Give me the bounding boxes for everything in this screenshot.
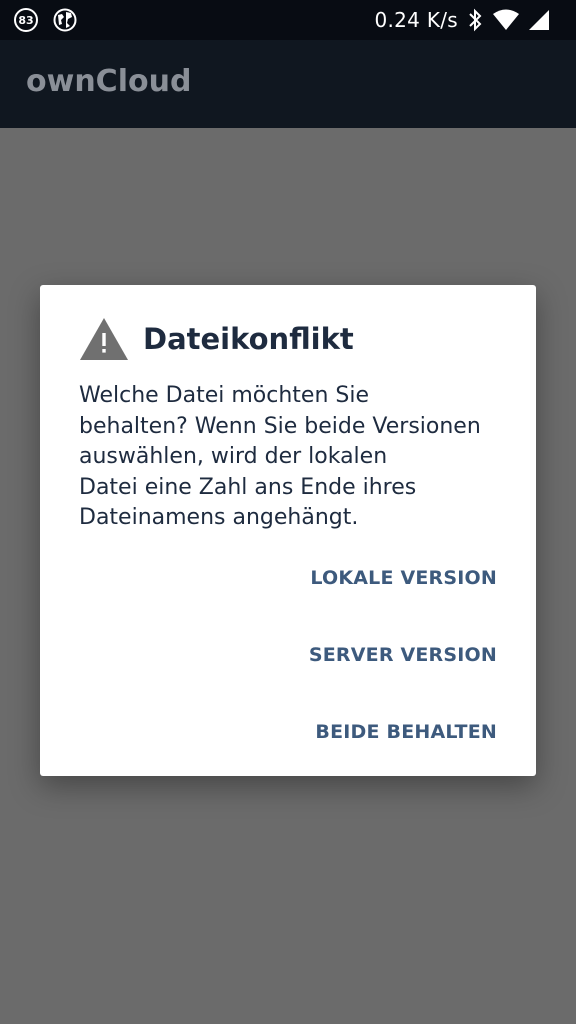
server-version-button[interactable]: SERVER VERSION — [309, 644, 497, 666]
dialog-title: Dateikonflikt — [143, 322, 354, 356]
wifi-icon — [493, 9, 519, 30]
status-bar: 83 0.24 K/s — [0, 0, 576, 40]
globe-icon — [53, 8, 77, 32]
local-version-button[interactable]: LOKALE VERSION — [310, 567, 497, 589]
status-bar-right: 0.24 K/s — [374, 6, 550, 34]
notification-badge: 83 — [14, 8, 38, 32]
warning-icon — [80, 318, 128, 360]
signal-icon — [529, 10, 549, 30]
app-bar: ownCloud — [0, 40, 576, 128]
status-bar-left: 83 — [14, 6, 78, 34]
network-speed: 0.24 K/s — [374, 8, 458, 32]
bluetooth-icon — [469, 8, 482, 32]
dialog-message: Welche Datei möchten Sie behalten? Wenn … — [79, 383, 481, 530]
app-title: ownCloud — [26, 64, 192, 99]
dialog-header: Dateikonflikt — [79, 317, 354, 361]
file-conflict-dialog: Dateikonflikt Welche Datei möchten Sie b… — [40, 285, 536, 776]
keep-both-button[interactable]: BEIDE BEHALTEN — [315, 721, 497, 743]
